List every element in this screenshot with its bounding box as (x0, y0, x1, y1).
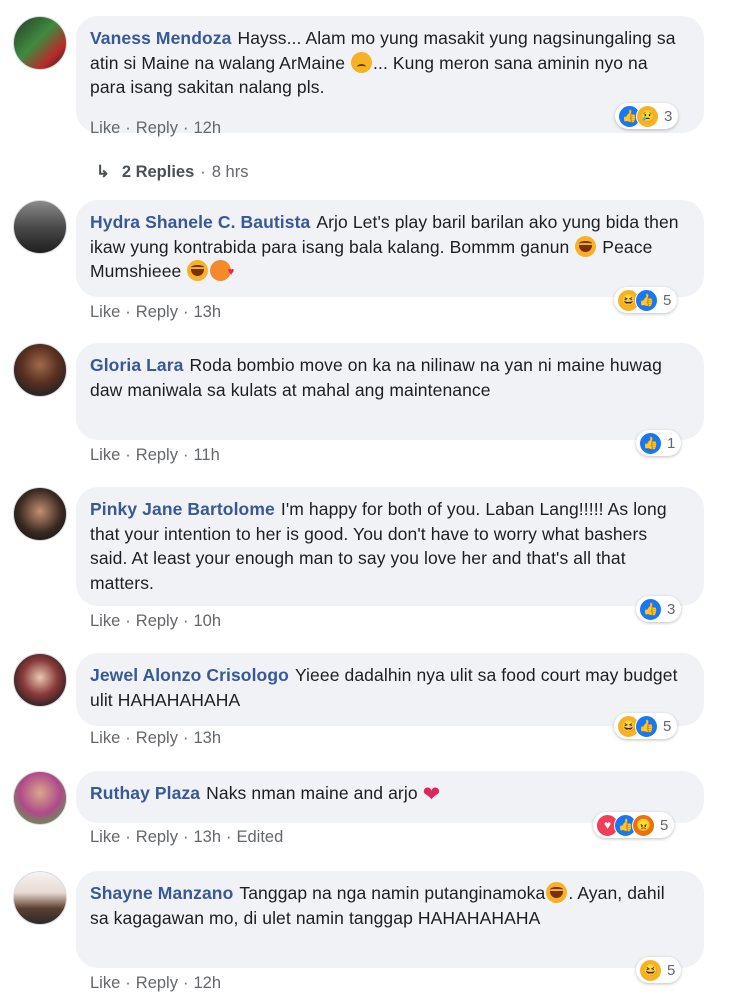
reaction-count: 3 (664, 107, 673, 125)
comment-bubble: Jewel Alonzo Crisologo Yieee dadalhin nya… (76, 653, 704, 726)
edited-label[interactable]: Edited (237, 828, 284, 847)
separator: · (182, 828, 189, 846)
like-link[interactable]: Like (90, 729, 120, 748)
separator: · (182, 303, 189, 321)
reply-link[interactable]: Reply (136, 303, 178, 322)
reaction-summary[interactable]: ♥ 👍 😠 5 (593, 812, 675, 838)
comment-bubble: Gloria Lara Roda bombio move on ka na nil… (76, 343, 704, 440)
comment-actions: Like · Reply · 10h (90, 612, 221, 631)
comment-actions: Like · Reply · 12h (90, 974, 221, 993)
laughing-emoji-icon (187, 260, 209, 281)
avatar[interactable] (13, 16, 67, 70)
replies-count[interactable]: 2 Replies (122, 163, 194, 181)
reply-arrow-icon: ↳ (96, 163, 110, 181)
comment-bubble: Hydra Shanele C. Bautista Arjo Let's play… (76, 200, 704, 297)
separator: · (182, 446, 189, 464)
reply-link[interactable]: Reply (136, 612, 178, 631)
author-name[interactable]: Pinky Jane Bartolome (90, 499, 275, 519)
separator: · (125, 446, 131, 464)
comment-actions: Like · Reply · 13h · Edited (90, 828, 283, 847)
sad-emoji-icon (351, 51, 373, 73)
comment-text: Naks nman maine and arjo (206, 783, 418, 803)
like-link[interactable]: Like (90, 612, 120, 631)
separator: · (125, 828, 131, 846)
timestamp[interactable]: 11h (193, 446, 219, 465)
author-name[interactable]: Vaness Mendoza (90, 28, 231, 48)
author-name[interactable]: Jewel Alonzo Crisologo (90, 665, 289, 685)
replies-time: 8 hrs (211, 163, 249, 181)
laughing-emoji-icon (575, 235, 597, 257)
timestamp[interactable]: 13h (193, 303, 221, 322)
like-reaction-icon: 👍 (635, 288, 658, 312)
heart-emoji-icon: ❤ (422, 783, 441, 806)
author-name[interactable]: Hydra Shanele C. Bautista (90, 212, 310, 232)
comment-actions: Like · Reply · 13h (90, 303, 221, 322)
reaction-summary[interactable]: 👍 3 (636, 596, 682, 622)
separator: · (125, 974, 131, 992)
reply-link[interactable]: Reply (136, 446, 178, 465)
avatar[interactable] (13, 771, 67, 825)
reply-link[interactable]: Reply (136, 828, 178, 847)
reaction-summary[interactable]: 😆 5 (636, 957, 682, 983)
reaction-count: 5 (663, 717, 672, 735)
separator: · (182, 974, 189, 992)
separator: · (200, 163, 206, 181)
angry-reaction-icon: 😠 (632, 813, 655, 837)
comment-bubble: Pinky Jane Bartolome I'm happy for both o… (76, 487, 704, 606)
like-reaction-icon: 👍 (639, 597, 662, 621)
author-name[interactable]: Gloria Lara (90, 355, 184, 375)
reaction-summary[interactable]: 😆 👍 5 (614, 287, 678, 313)
reaction-count: 5 (667, 961, 676, 979)
like-link[interactable]: Like (90, 974, 120, 993)
reaction-count: 5 (663, 291, 672, 309)
comment-actions: Like · Reply · 12h (90, 119, 221, 138)
like-link[interactable]: Like (90, 303, 120, 322)
separator: · (125, 303, 131, 321)
comment-text: Tanggap na nga namin putanginamoka (239, 883, 546, 903)
timestamp[interactable]: 12h (193, 119, 221, 138)
separator: · (125, 612, 131, 630)
comment-bubble: Vaness Mendoza Hayss... Alam mo yung masa… (76, 16, 704, 133)
separator: · (226, 828, 232, 846)
author-name[interactable]: Shayne Manzano (90, 883, 233, 903)
timestamp[interactable]: 10h (193, 612, 221, 631)
separator: · (125, 119, 131, 137)
timestamp[interactable]: 13h (193, 729, 221, 748)
like-reaction-icon: 👍 (635, 714, 658, 738)
comment-actions: Like · Reply · 13h (90, 729, 221, 748)
sad-reaction-icon: 😢 (636, 104, 659, 128)
reply-link[interactable]: Reply (136, 974, 178, 993)
reaction-summary[interactable]: 👍 😢 3 (615, 103, 679, 129)
separator: · (125, 729, 131, 747)
reaction-summary[interactable]: 😆 👍 5 (614, 713, 678, 739)
author-name[interactable]: Ruthay Plaza (90, 783, 200, 803)
like-link[interactable]: Like (90, 119, 120, 138)
kiss-emoji-icon (210, 260, 234, 284)
separator: · (182, 612, 189, 630)
avatar[interactable] (13, 343, 67, 397)
avatar[interactable] (13, 653, 67, 707)
reaction-count: 5 (660, 816, 669, 834)
like-reaction-icon: 👍 (639, 431, 662, 455)
separator: · (182, 729, 189, 747)
comment-actions: Like · Reply · 11h (90, 446, 220, 465)
reaction-count: 1 (667, 434, 676, 452)
reply-link[interactable]: Reply (136, 119, 178, 138)
reaction-count: 3 (667, 600, 676, 618)
like-link[interactable]: Like (90, 446, 120, 465)
timestamp[interactable]: 13h (193, 828, 221, 847)
avatar[interactable] (13, 200, 67, 254)
laughing-emoji-icon (546, 882, 568, 903)
separator: · (182, 119, 189, 137)
timestamp[interactable]: 12h (193, 974, 221, 993)
like-link[interactable]: Like (90, 828, 120, 847)
comment-bubble: Shayne Manzano Tanggap na nga namin putan… (76, 871, 704, 968)
avatar[interactable] (13, 487, 67, 541)
reaction-summary[interactable]: 👍 1 (636, 430, 682, 456)
avatar[interactable] (13, 871, 67, 925)
reply-link[interactable]: Reply (136, 729, 178, 748)
haha-reaction-icon: 😆 (639, 958, 662, 982)
view-replies-link[interactable]: ↳ 2 Replies · 8 hrs (96, 162, 248, 182)
